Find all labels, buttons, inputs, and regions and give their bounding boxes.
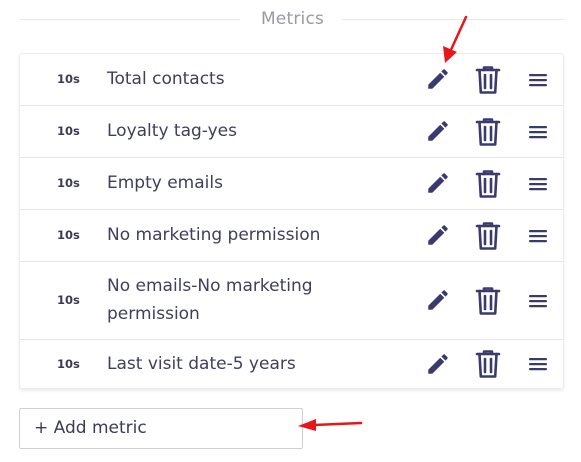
delete-metric-button[interactable] [474,64,502,96]
metrics-list: 10s Total contacts 10s Loyalty tag-yes 1… [19,53,564,389]
edit-metric-button[interactable] [425,118,451,144]
drag-handle-icon [529,295,547,308]
metric-row: 10s Loyalty tag-yes [20,106,563,158]
metric-duration: 10s [57,124,80,138]
metric-label: No marketing permission [107,225,321,245]
drag-handle-button[interactable] [529,73,547,87]
metric-row: 10s Empty emails [20,158,563,210]
edit-metric-button[interactable] [425,170,451,196]
metric-label: Total contacts [107,69,225,89]
pencil-icon [428,290,448,310]
pencil-icon [428,121,448,141]
metric-duration: 10s [57,72,80,86]
metric-row: 10s No emails-No marketing permission [20,262,563,340]
drag-handle-button[interactable] [529,229,547,243]
add-metric-button[interactable]: + Add metric [19,408,303,449]
edit-metric-button[interactable] [425,351,451,377]
delete-metric-button[interactable] [474,285,502,317]
drag-handle-button[interactable] [529,125,547,139]
divider-right [342,19,565,20]
metric-duration: 10s [57,228,80,242]
pencil-icon [428,173,448,193]
delete-metric-button[interactable] [474,348,502,380]
pencil-icon [428,69,448,89]
metric-duration: 10s [57,293,80,307]
delete-metric-button[interactable] [474,168,502,200]
drag-handle-icon [529,230,547,243]
trash-icon [475,170,501,198]
metric-row: 10s Total contacts [20,54,563,106]
metric-duration: 10s [57,357,80,371]
metric-label: No emails-No marketing permission [107,276,313,324]
metrics-section-header: Metrics [20,0,565,38]
trash-icon [475,350,501,378]
drag-handle-icon [529,358,547,371]
drag-handle-button[interactable] [529,357,547,371]
drag-handle-button[interactable] [529,294,547,308]
trash-icon [475,222,501,250]
trash-icon [475,66,501,94]
delete-metric-button[interactable] [474,116,502,148]
trash-icon [475,118,501,146]
metric-label: Empty emails [107,173,223,193]
drag-handle-icon [529,178,547,191]
edit-metric-button[interactable] [425,66,451,92]
metric-label: Last visit date-5 years [107,354,296,374]
metric-row: 10s Last visit date-5 years [20,340,563,388]
metric-duration: 10s [57,176,80,190]
delete-metric-button[interactable] [474,220,502,252]
edit-metric-button[interactable] [425,222,451,248]
drag-handle-icon [529,74,547,87]
metric-label: Loyalty tag-yes [107,121,237,141]
pencil-icon [428,354,448,374]
pencil-icon [428,225,448,245]
edit-metric-button[interactable] [425,287,451,313]
drag-handle-button[interactable] [529,177,547,191]
metric-row: 10s No marketing permission [20,210,563,262]
drag-handle-icon [529,126,547,139]
annotation-arrow-add [298,419,363,431]
trash-icon [475,287,501,315]
